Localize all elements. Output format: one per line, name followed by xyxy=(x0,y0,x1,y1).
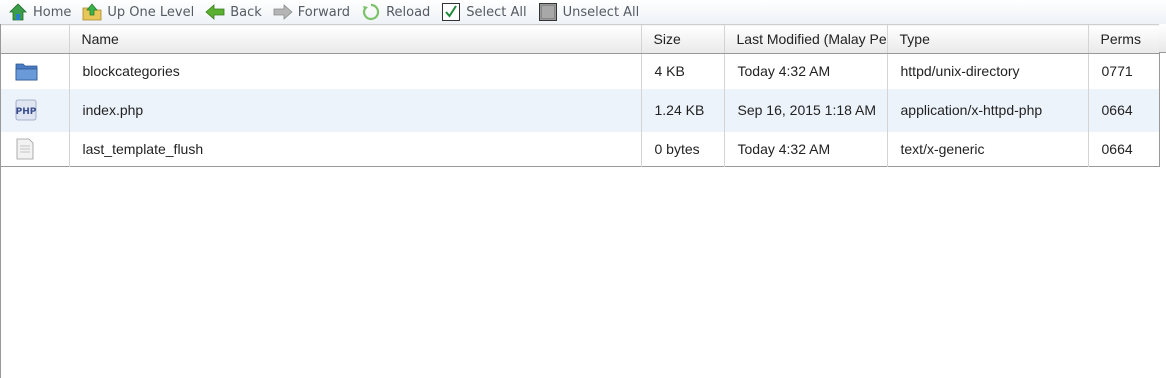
file-size: 0 bytes xyxy=(640,131,724,167)
unselect-all-button[interactable]: Unselect All xyxy=(538,1,640,23)
file-list-panel: Name Size Last Modified (Malay Pe Type P… xyxy=(0,24,1166,378)
file-icon-cell[interactable] xyxy=(1,132,69,167)
file-icon-cell[interactable]: PHP xyxy=(1,88,69,132)
svg-text:PHP: PHP xyxy=(16,107,37,117)
select-all-button[interactable]: Select All xyxy=(441,1,527,23)
file-modified: Today 4:32 AM xyxy=(723,53,887,89)
file-name[interactable]: blockcategories xyxy=(68,53,641,89)
file-type: httpd/unix-directory xyxy=(886,53,1088,89)
file-type: text/x-generic xyxy=(886,131,1088,167)
forward-label: Forward xyxy=(297,4,351,20)
file-manager-toolbar: Home Up One Level Back Forward Reload Se… xyxy=(0,0,1166,24)
php-file-icon: PHP xyxy=(15,99,69,121)
file-size: 1.24 KB xyxy=(640,88,724,132)
column-header-size[interactable]: Size xyxy=(640,24,724,54)
file-modified: Sep 16, 2015 1:18 AM xyxy=(723,88,887,132)
file-modified: Today 4:32 AM xyxy=(723,131,887,167)
up-one-level-label: Up One Level xyxy=(107,4,195,20)
file-perms[interactable]: 0664 xyxy=(1087,88,1159,132)
home-icon xyxy=(8,2,28,22)
column-header-perms[interactable]: Perms xyxy=(1087,24,1159,54)
back-label: Back xyxy=(230,4,262,20)
file-size: 4 KB xyxy=(640,53,724,89)
checkbox-checked-icon xyxy=(441,2,461,22)
reload-button[interactable]: Reload xyxy=(361,1,430,23)
table-row[interactable]: last_template_flush 0 bytes Today 4:32 A… xyxy=(1,131,1159,167)
file-name[interactable]: index.php xyxy=(68,88,641,132)
column-header-last-modified[interactable]: Last Modified (Malay Pe xyxy=(723,24,887,54)
back-arrow-icon xyxy=(205,2,225,22)
column-header-type[interactable]: Type xyxy=(886,24,1088,54)
file-type: application/x-httpd-php xyxy=(886,88,1088,132)
forward-arrow-icon xyxy=(273,2,293,22)
file-name[interactable]: last_template_flush xyxy=(68,131,641,167)
forward-button[interactable]: Forward xyxy=(273,1,350,23)
up-folder-icon xyxy=(82,2,102,22)
file-icon-cell[interactable] xyxy=(1,54,69,89)
up-one-level-button[interactable]: Up One Level xyxy=(82,1,194,23)
unselect-all-label: Unselect All xyxy=(562,4,640,20)
home-button[interactable]: Home xyxy=(8,1,71,23)
column-header-icon[interactable] xyxy=(1,24,69,54)
checkbox-unchecked-icon xyxy=(538,2,558,22)
back-button[interactable]: Back xyxy=(205,1,262,23)
table-row[interactable]: PHP index.php 1.24 KB Sep 16, 2015 1:18 … xyxy=(1,88,1159,132)
table-row[interactable]: blockcategories 4 KB Today 4:32 AM httpd… xyxy=(1,53,1159,89)
home-label: Home xyxy=(33,4,72,20)
select-all-label: Select All xyxy=(466,4,527,20)
file-perms[interactable]: 0771 xyxy=(1087,53,1159,89)
header-filler xyxy=(1159,24,1166,53)
file-perms[interactable]: 0664 xyxy=(1087,131,1159,167)
generic-file-icon xyxy=(15,138,69,160)
folder-icon xyxy=(15,61,69,81)
reload-icon xyxy=(361,2,381,22)
file-table: Name Size Last Modified (Malay Pe Type P… xyxy=(1,24,1160,167)
reload-label: Reload xyxy=(386,4,431,20)
column-header-name[interactable]: Name xyxy=(68,24,641,54)
table-header-row: Name Size Last Modified (Malay Pe Type P… xyxy=(1,24,1159,54)
